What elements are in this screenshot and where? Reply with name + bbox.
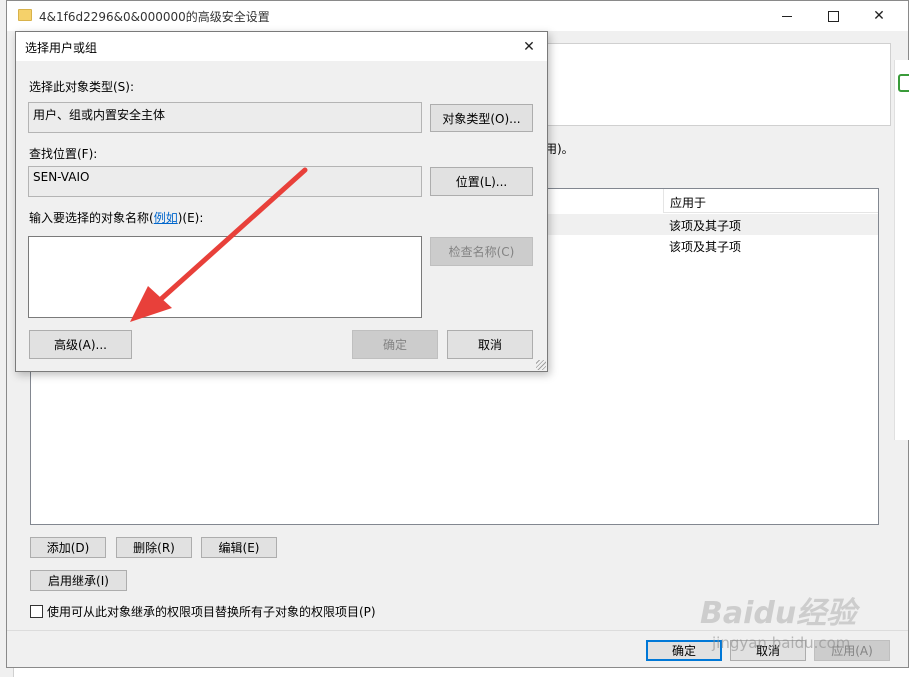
dialog-close-button[interactable]: ✕ <box>511 32 547 61</box>
close-icon: ✕ <box>523 38 535 55</box>
baidu-watermark: Baidu经验 jingyan.baidu.com <box>700 588 900 658</box>
applies-to-cell: 该项及其子项 <box>669 219 742 233</box>
object-type-field: 用户、组或内置安全主体 <box>28 102 422 133</box>
applies-to-cell: 该项及其子项 <box>669 240 742 254</box>
object-types-button[interactable]: 对象类型(O)... <box>430 104 533 132</box>
folder-icon <box>18 9 32 21</box>
object-names-input[interactable] <box>28 236 422 318</box>
maximize-button[interactable] <box>810 1 856 31</box>
replace-permissions-label: 使用可从此对象继承的权限项目替换所有子对象的权限项目(P) <box>47 605 376 619</box>
maximize-icon <box>827 10 839 22</box>
remove-button[interactable]: 删除(R) <box>116 537 192 558</box>
replace-permissions-checkbox[interactable] <box>30 605 43 618</box>
check-names-button[interactable]: 检查名称(C) <box>430 237 533 266</box>
watermark-url: jingyan.baidu.com <box>712 634 851 652</box>
edit-button[interactable]: 编辑(E) <box>201 537 277 558</box>
background-right-strip <box>894 60 909 440</box>
object-type-label: 选择此对象类型(S): <box>29 80 135 94</box>
enter-names-label: 输入要选择的对象名称(例如)(E): <box>29 211 204 225</box>
watermark-brand: Baidu经验 <box>700 596 857 631</box>
green-refresh-icon <box>898 74 909 92</box>
examples-link[interactable]: 例如 <box>154 211 178 225</box>
close-icon: ✕ <box>873 8 885 24</box>
locations-button[interactable]: 位置(L)... <box>430 167 533 196</box>
close-button[interactable]: ✕ <box>856 1 902 31</box>
location-label: 查找位置(F): <box>29 147 98 161</box>
dialog-title-bar: 选择用户或组 ✕ <box>16 32 547 61</box>
location-field: SEN-VAIO <box>28 166 422 197</box>
window-title: 4&1f6d2296&0&000000的高级安全设置 <box>39 10 270 24</box>
select-user-dialog: 选择用户或组 ✕ 选择此对象类型(S): 用户、组或内置安全主体 对象类型(O)… <box>15 31 548 372</box>
permissions-description: 用)。 <box>545 142 574 156</box>
advanced-button[interactable]: 高级(A)... <box>29 330 132 359</box>
column-header-applies-to[interactable]: 应用于 <box>663 189 878 213</box>
dialog-title: 选择用户或组 <box>25 41 98 55</box>
minimize-button[interactable] <box>764 1 810 31</box>
title-bar: 4&1f6d2296&0&000000的高级安全设置 ✕ <box>7 1 908 31</box>
add-button[interactable]: 添加(D) <box>30 537 106 558</box>
enable-inheritance-button[interactable]: 启用继承(I) <box>30 570 127 591</box>
dialog-cancel-button[interactable]: 取消 <box>447 330 533 359</box>
resize-grip-icon[interactable] <box>536 360 546 370</box>
dialog-ok-button[interactable]: 确定 <box>352 330 438 359</box>
minimize-icon <box>782 15 792 17</box>
